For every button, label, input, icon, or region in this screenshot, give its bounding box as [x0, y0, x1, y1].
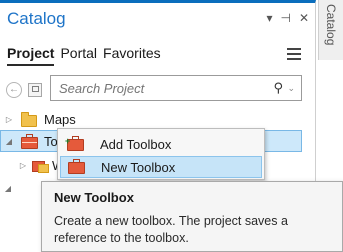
menu-icon[interactable]	[287, 48, 301, 63]
search-icon[interactable]: ⚲	[273, 80, 283, 96]
auto-hide-pin-icon[interactable]: ⊣	[280, 12, 290, 24]
add-toolbox-icon: +	[65, 136, 84, 151]
tooltip-title: New Toolbox	[54, 190, 134, 205]
menu-item-add-toolbox[interactable]: + Add Toolbox	[60, 134, 262, 156]
menu-item-new-toolbox[interactable]: New Toolbox	[60, 156, 262, 178]
pane-options-dropdown-icon[interactable]: ▾	[266, 12, 272, 24]
tab-project[interactable]: Project	[7, 45, 55, 66]
menu-item-label: Add Toolbox	[100, 137, 172, 152]
side-tab-label: Catalog	[324, 4, 338, 46]
toolbox-icon	[21, 134, 38, 149]
close-icon[interactable]: ✕	[299, 12, 309, 24]
new-toolbox-icon	[68, 159, 85, 174]
collapse-arrow-icon[interactable]: ◢	[4, 137, 14, 146]
pane-title: Catalog	[7, 9, 66, 28]
tab-favorites[interactable]: Favorites	[103, 45, 161, 61]
search-options-chevron-icon[interactable]: ⌄	[287, 83, 295, 94]
toolbox-workspace-icon	[32, 159, 49, 173]
menu-item-label: New Toolbox	[101, 160, 176, 175]
tooltip: New Toolbox Create a new toolbox. The pr…	[41, 181, 343, 252]
context-menu: + Add Toolbox New Toolbox	[57, 128, 265, 180]
back-arrow-icon[interactable]: ←	[6, 82, 22, 98]
tab-portal[interactable]: Portal	[60, 45, 97, 61]
search-input[interactable]	[57, 80, 261, 97]
tree-item-label: Maps	[44, 111, 76, 127]
tooltip-description: Create a new toolbox. The project saves …	[54, 214, 288, 245]
tree-item-maps[interactable]: ▷ Maps	[0, 108, 316, 130]
pane-title-controls: ▾ ⊣ ✕	[266, 12, 309, 24]
project-home-icon[interactable]	[28, 83, 42, 97]
catalog-tabs: Project Portal Favorites	[7, 45, 161, 66]
folder-icon	[21, 112, 37, 127]
expand-arrow-icon[interactable]: ▷	[4, 115, 14, 124]
search-box: ⚲ ⌄	[50, 75, 302, 101]
expand-arrow-icon[interactable]: ▷	[18, 161, 28, 170]
collapse-arrow-icon[interactable]: ◢	[3, 184, 13, 193]
side-tab-catalog[interactable]: Catalog	[318, 0, 343, 60]
